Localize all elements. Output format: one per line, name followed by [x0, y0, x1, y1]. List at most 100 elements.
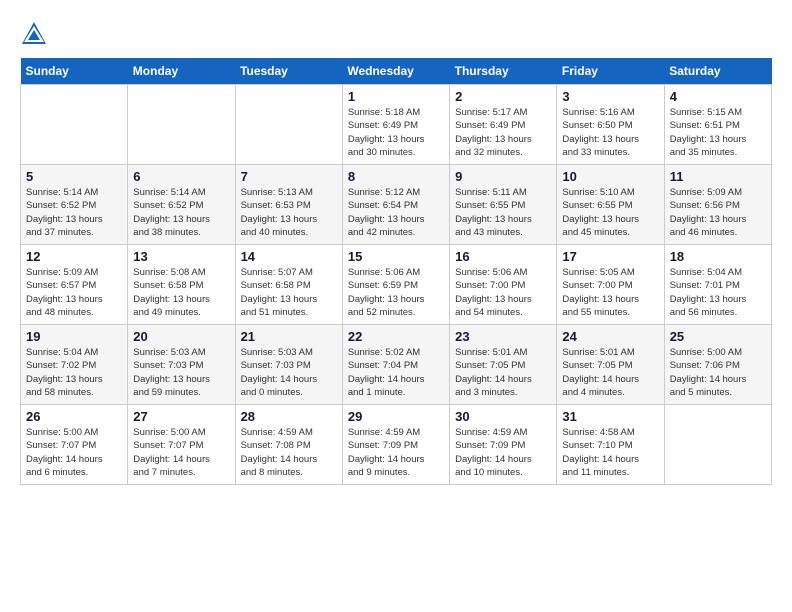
day-number: 31	[562, 409, 658, 424]
calendar-cell: 31Sunrise: 4:58 AMSunset: 7:10 PMDayligh…	[557, 405, 664, 485]
day-info: Sunrise: 5:02 AMSunset: 7:04 PMDaylight:…	[348, 346, 444, 399]
calendar-cell	[235, 85, 342, 165]
calendar-week-row: 12 Sunrise: 5:09 AMSunset: 6:57 PMDayligh…	[21, 245, 772, 325]
calendar-cell	[128, 85, 235, 165]
day-info: Sunrise: 5:07 AMSunset: 6:58 PMDaylight:…	[241, 266, 337, 319]
calendar-cell: 12 Sunrise: 5:09 AMSunset: 6:57 PMDayligh…	[21, 245, 128, 325]
day-info: Sunrise: 5:14 AMSunset: 6:52 PMDaylight:…	[26, 186, 122, 239]
day-number: 15	[348, 249, 444, 264]
calendar-cell: 10 Sunrise: 5:10 AMSunset: 6:55 PMDayligh…	[557, 165, 664, 245]
day-number: 29	[348, 409, 444, 424]
day-info: Sunrise: 5:06 AMSunset: 7:00 PMDaylight:…	[455, 266, 551, 319]
calendar-cell: 28Sunrise: 4:59 AMSunset: 7:08 PMDayligh…	[235, 405, 342, 485]
calendar-cell: 9 Sunrise: 5:11 AMSunset: 6:55 PMDaylight…	[450, 165, 557, 245]
day-header-tuesday: Tuesday	[235, 58, 342, 85]
day-number: 4	[670, 89, 766, 104]
day-number: 1	[348, 89, 444, 104]
calendar-cell: 4 Sunrise: 5:15 AMSunset: 6:51 PMDaylight…	[664, 85, 771, 165]
day-number: 18	[670, 249, 766, 264]
calendar-week-row: 1 Sunrise: 5:18 AMSunset: 6:49 PMDaylight…	[21, 85, 772, 165]
calendar-cell: 26Sunrise: 5:00 AMSunset: 7:07 PMDayligh…	[21, 405, 128, 485]
calendar-cell	[664, 405, 771, 485]
day-info: Sunrise: 4:59 AMSunset: 7:09 PMDaylight:…	[348, 426, 444, 479]
day-number: 21	[241, 329, 337, 344]
day-info: Sunrise: 5:16 AMSunset: 6:50 PMDaylight:…	[562, 106, 658, 159]
day-info: Sunrise: 5:13 AMSunset: 6:53 PMDaylight:…	[241, 186, 337, 239]
day-info: Sunrise: 5:14 AMSunset: 6:52 PMDaylight:…	[133, 186, 229, 239]
day-info: Sunrise: 5:18 AMSunset: 6:49 PMDaylight:…	[348, 106, 444, 159]
day-number: 5	[26, 169, 122, 184]
day-header-saturday: Saturday	[664, 58, 771, 85]
day-number: 17	[562, 249, 658, 264]
calendar-cell: 11Sunrise: 5:09 AMSunset: 6:56 PMDayligh…	[664, 165, 771, 245]
day-header-friday: Friday	[557, 58, 664, 85]
day-info: Sunrise: 5:06 AMSunset: 6:59 PMDaylight:…	[348, 266, 444, 319]
day-number: 25	[670, 329, 766, 344]
day-number: 12	[26, 249, 122, 264]
calendar-cell: 21 Sunrise: 5:03 AMSunset: 7:03 PMDayligh…	[235, 325, 342, 405]
day-info: Sunrise: 5:10 AMSunset: 6:55 PMDaylight:…	[562, 186, 658, 239]
calendar-cell: 19Sunrise: 5:04 AMSunset: 7:02 PMDayligh…	[21, 325, 128, 405]
day-info: Sunrise: 5:08 AMSunset: 6:58 PMDaylight:…	[133, 266, 229, 319]
calendar-cell: 22 Sunrise: 5:02 AMSunset: 7:04 PMDayligh…	[342, 325, 449, 405]
day-info: Sunrise: 5:03 AMSunset: 7:03 PMDaylight:…	[133, 346, 229, 399]
calendar-cell: 23 Sunrise: 5:01 AMSunset: 7:05 PMDayligh…	[450, 325, 557, 405]
day-header-wednesday: Wednesday	[342, 58, 449, 85]
day-info: Sunrise: 4:59 AMSunset: 7:08 PMDaylight:…	[241, 426, 337, 479]
calendar-week-row: 5 Sunrise: 5:14 AMSunset: 6:52 PMDaylight…	[21, 165, 772, 245]
calendar-cell: 18 Sunrise: 5:04 AMSunset: 7:01 PMDayligh…	[664, 245, 771, 325]
day-number: 22	[348, 329, 444, 344]
day-info: Sunrise: 4:59 AMSunset: 7:09 PMDaylight:…	[455, 426, 551, 479]
day-header-thursday: Thursday	[450, 58, 557, 85]
day-info: Sunrise: 5:00 AMSunset: 7:06 PMDaylight:…	[670, 346, 766, 399]
calendar-cell: 29 Sunrise: 4:59 AMSunset: 7:09 PMDayligh…	[342, 405, 449, 485]
calendar-cell: 20 Sunrise: 5:03 AMSunset: 7:03 PMDayligh…	[128, 325, 235, 405]
calendar-cell: 30 Sunrise: 4:59 AMSunset: 7:09 PMDayligh…	[450, 405, 557, 485]
day-number: 14	[241, 249, 337, 264]
day-info: Sunrise: 5:01 AMSunset: 7:05 PMDaylight:…	[562, 346, 658, 399]
day-number: 19	[26, 329, 122, 344]
day-number: 27	[133, 409, 229, 424]
calendar-cell: 5 Sunrise: 5:14 AMSunset: 6:52 PMDaylight…	[21, 165, 128, 245]
day-header-sunday: Sunday	[21, 58, 128, 85]
calendar-cell: 8Sunrise: 5:12 AMSunset: 6:54 PMDaylight…	[342, 165, 449, 245]
day-info: Sunrise: 5:04 AMSunset: 7:01 PMDaylight:…	[670, 266, 766, 319]
day-number: 16	[455, 249, 551, 264]
calendar-cell: 15 Sunrise: 5:06 AMSunset: 6:59 PMDayligh…	[342, 245, 449, 325]
day-info: Sunrise: 5:00 AMSunset: 7:07 PMDaylight:…	[26, 426, 122, 479]
days-header-row: SundayMondayTuesdayWednesdayThursdayFrid…	[21, 58, 772, 85]
day-info: Sunrise: 5:11 AMSunset: 6:55 PMDaylight:…	[455, 186, 551, 239]
calendar-cell: 2 Sunrise: 5:17 AMSunset: 6:49 PMDaylight…	[450, 85, 557, 165]
calendar-week-row: 26Sunrise: 5:00 AMSunset: 7:07 PMDayligh…	[21, 405, 772, 485]
page-header	[20, 20, 772, 48]
day-number: 24	[562, 329, 658, 344]
day-info: Sunrise: 5:09 AMSunset: 6:57 PMDaylight:…	[26, 266, 122, 319]
day-number: 20	[133, 329, 229, 344]
logo	[20, 20, 50, 48]
day-info: Sunrise: 5:00 AMSunset: 7:07 PMDaylight:…	[133, 426, 229, 479]
day-number: 2	[455, 89, 551, 104]
calendar-cell: 17Sunrise: 5:05 AMSunset: 7:00 PMDayligh…	[557, 245, 664, 325]
day-info: Sunrise: 5:12 AMSunset: 6:54 PMDaylight:…	[348, 186, 444, 239]
day-info: Sunrise: 5:03 AMSunset: 7:03 PMDaylight:…	[241, 346, 337, 399]
day-header-monday: Monday	[128, 58, 235, 85]
logo-icon	[20, 20, 48, 48]
calendar-cell: 27 Sunrise: 5:00 AMSunset: 7:07 PMDayligh…	[128, 405, 235, 485]
day-number: 10	[562, 169, 658, 184]
day-number: 7	[241, 169, 337, 184]
day-number: 9	[455, 169, 551, 184]
calendar-cell: 7 Sunrise: 5:13 AMSunset: 6:53 PMDaylight…	[235, 165, 342, 245]
day-info: Sunrise: 5:17 AMSunset: 6:49 PMDaylight:…	[455, 106, 551, 159]
day-number: 6	[133, 169, 229, 184]
day-number: 23	[455, 329, 551, 344]
day-info: Sunrise: 5:15 AMSunset: 6:51 PMDaylight:…	[670, 106, 766, 159]
calendar-cell: 13Sunrise: 5:08 AMSunset: 6:58 PMDayligh…	[128, 245, 235, 325]
day-number: 30	[455, 409, 551, 424]
day-info: Sunrise: 5:01 AMSunset: 7:05 PMDaylight:…	[455, 346, 551, 399]
calendar-cell: 6 Sunrise: 5:14 AMSunset: 6:52 PMDaylight…	[128, 165, 235, 245]
day-info: Sunrise: 5:09 AMSunset: 6:56 PMDaylight:…	[670, 186, 766, 239]
calendar-cell: 3 Sunrise: 5:16 AMSunset: 6:50 PMDaylight…	[557, 85, 664, 165]
calendar-cell: 14 Sunrise: 5:07 AMSunset: 6:58 PMDayligh…	[235, 245, 342, 325]
day-number: 3	[562, 89, 658, 104]
calendar-cell	[21, 85, 128, 165]
